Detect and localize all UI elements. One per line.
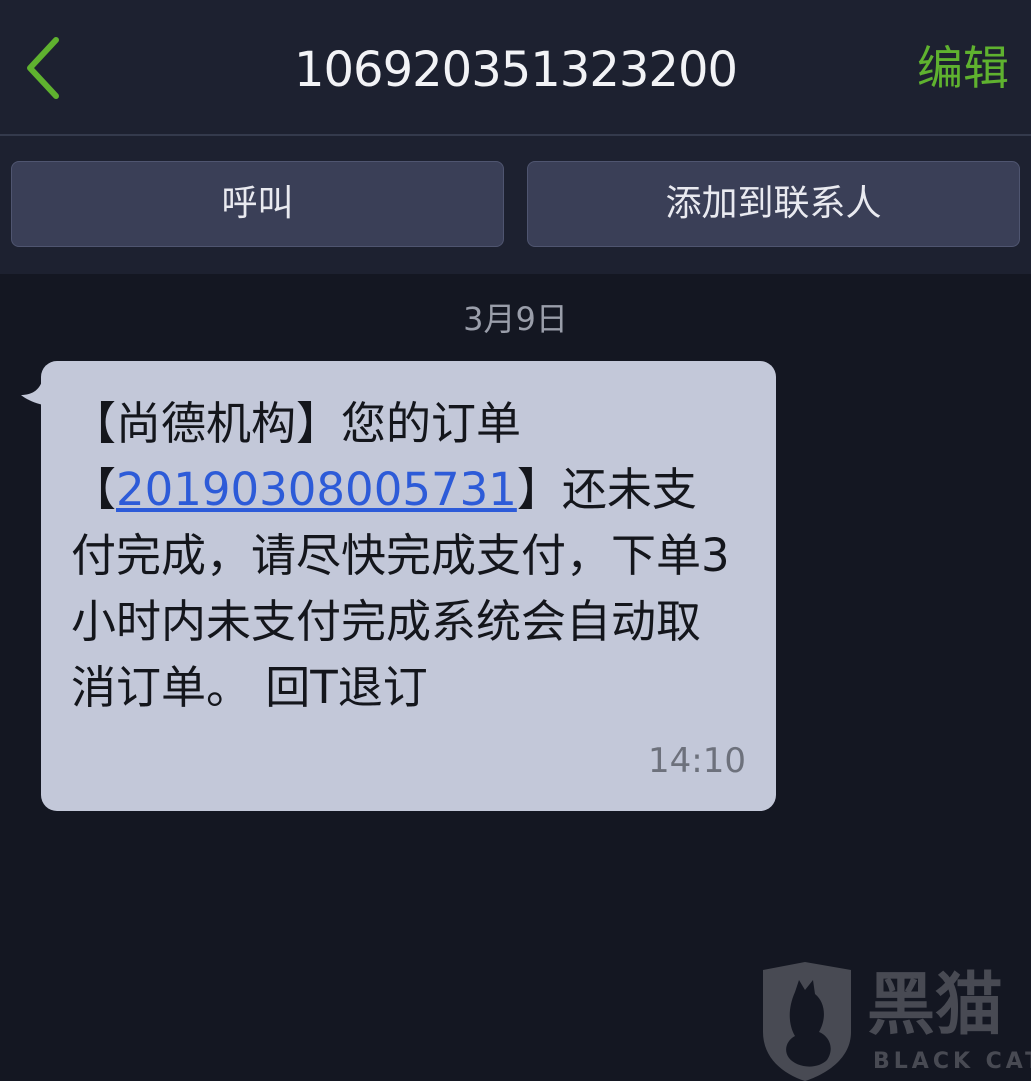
nav-bar: 106920351323200 编辑 [0, 0, 1031, 136]
message-bubble[interactable]: 【尚德机构】您的订单【20190308005731】还未支付完成，请尽快完成支付… [21, 361, 776, 811]
watermark: 黑猫 BLACK CAT [755, 962, 1031, 1081]
message-time: 14:10 [648, 741, 746, 781]
message-text: 【尚德机构】您的订单【20190308005731】还未支付完成，请尽快完成支付… [71, 391, 731, 721]
conversation-title: 106920351323200 [293, 42, 738, 98]
bubble-tail-icon [21, 373, 61, 407]
order-number-link[interactable]: 20190308005731 [116, 463, 517, 516]
watermark-text: 黑猫 [867, 966, 1004, 1045]
add-to-contacts-button[interactable]: 添加到联系人 [527, 161, 1020, 247]
action-bar: 呼叫 添加到联系人 [0, 136, 1031, 274]
message-date: 3月9日 [463, 300, 568, 338]
edit-button[interactable]: 编辑 [917, 36, 1009, 100]
call-button[interactable]: 呼叫 [11, 161, 504, 247]
watermark-subtext: BLACK CAT [873, 1049, 1031, 1074]
black-cat-logo-icon [763, 962, 851, 1081]
